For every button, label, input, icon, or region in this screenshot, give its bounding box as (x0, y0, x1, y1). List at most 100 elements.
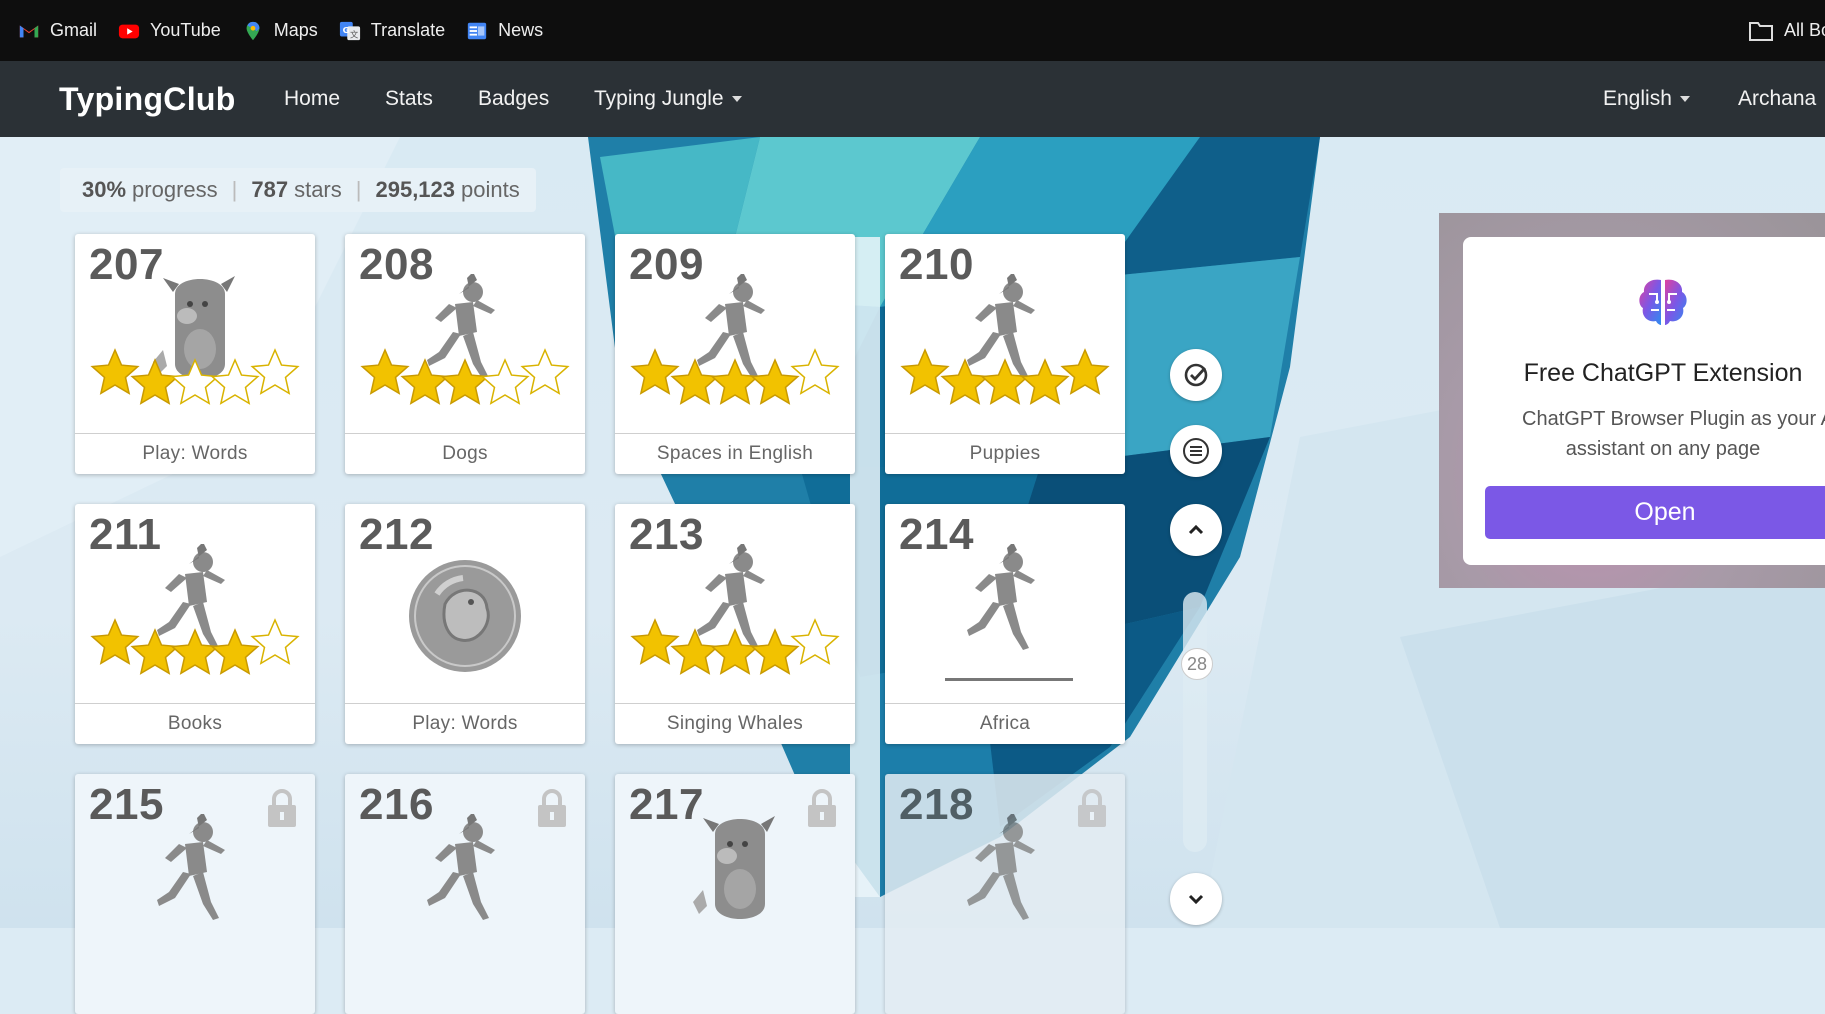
nav-typing-jungle[interactable]: Typing Jungle (594, 61, 742, 137)
bookmark-maps[interactable]: Maps (242, 20, 318, 42)
star-rating (90, 618, 300, 675)
bookmarks-bar: Gmail YouTube Maps G 文 Translate News Al… (0, 0, 1825, 61)
runner-start-icon (945, 544, 1073, 681)
hamburger-menu-icon (1183, 438, 1209, 464)
bookmark-label: YouTube (150, 20, 221, 40)
monster-icon (90, 276, 300, 405)
language-label: English (1603, 87, 1672, 110)
scroll-track[interactable] (1183, 592, 1207, 852)
ad-description: ChatGPT Browser Plugin as your A assista… (1493, 404, 1825, 464)
lesson-card[interactable]: 210 Puppies (885, 234, 1125, 474)
nav-typing-jungle-label: Typing Jungle (594, 87, 724, 110)
menu-button[interactable] (1170, 425, 1222, 477)
bookmark-label: Maps (273, 20, 318, 40)
bookmark-youtube[interactable]: YouTube (118, 20, 221, 42)
progress-percent: 30% (82, 177, 127, 202)
ad-description-line: assistant on any page (1565, 438, 1761, 460)
lock-icon (1078, 789, 1106, 827)
progress-summary: 30% progress | 787 stars | 295,123 point… (60, 168, 536, 212)
stars-count: 787 (251, 177, 289, 202)
lesson-title: Play: Words (345, 703, 585, 744)
lesson-card[interactable]: 207 Play: Words (75, 234, 315, 474)
bookmark-gmail[interactable]: Gmail (18, 20, 97, 42)
lesson-card[interactable]: 217 (615, 774, 855, 1014)
monster-icon (693, 816, 775, 919)
points-count: 295,123 (375, 177, 456, 202)
chatgpt-extension-ad: Free ChatGPT Extension ChatGPT Browser P… (1463, 237, 1825, 565)
nav-stats[interactable]: Stats (385, 61, 433, 137)
lesson-title: Dogs (345, 433, 585, 474)
scroll-up-button[interactable] (1170, 504, 1222, 556)
runner-icon (360, 274, 570, 405)
lesson-card[interactable]: 213 Singing Whales (615, 504, 855, 744)
ad-description-line: ChatGPT Browser Plugin as your A (1522, 408, 1825, 430)
top-navbar: TypingClub Home Stats Badges Typing Jung… (0, 61, 1825, 137)
runner-icon (900, 274, 1110, 405)
lesson-card[interactable]: 218 (885, 774, 1125, 1014)
lesson-title: Puppies (885, 433, 1125, 474)
divider: | (355, 177, 362, 202)
runner-icon (630, 274, 840, 405)
lesson-card[interactable]: 211 Books (75, 504, 315, 744)
lesson-card[interactable]: 214 Africa (885, 504, 1125, 744)
lesson-card[interactable]: 212 Play: Words (345, 504, 585, 744)
star-rating (630, 618, 840, 675)
user-menu[interactable]: Archana (1738, 61, 1816, 137)
maps-icon (246, 21, 260, 40)
lesson-title: Play: Words (75, 433, 315, 474)
divider: | (231, 177, 238, 202)
bookmark-all[interactable]: All Bo (1748, 0, 1825, 61)
runner-icon (90, 544, 300, 675)
bubble-game-icon (409, 560, 521, 672)
lesson-card[interactable]: 216 (345, 774, 585, 1014)
runner-icon (967, 814, 1035, 920)
check-circle-icon (1184, 363, 1208, 387)
star-rating (630, 348, 840, 405)
star-rating (900, 348, 1110, 405)
folder-icon (1749, 21, 1773, 41)
lesson-card[interactable]: 208 Dogs (345, 234, 585, 474)
lesson-card[interactable]: 215 (75, 774, 315, 1014)
translate-icon: G 文 (339, 21, 360, 40)
lock-icon (808, 789, 836, 827)
chevron-up-icon (1188, 524, 1204, 535)
lesson-card[interactable]: 209 Spaces in English (615, 234, 855, 474)
completed-filter-button[interactable] (1170, 349, 1222, 401)
news-icon (467, 22, 487, 39)
runner-icon (427, 814, 495, 920)
bookmark-label: News (498, 20, 544, 40)
ad-title: Free ChatGPT Extension (1523, 359, 1803, 387)
gmail-icon (19, 25, 39, 37)
brand-logo[interactable]: TypingClub (59, 61, 236, 137)
lesson-title: Books (75, 703, 315, 744)
bookmark-label: Gmail (50, 20, 98, 40)
scroll-down-button[interactable] (1170, 873, 1222, 925)
lock-icon (268, 789, 296, 827)
bookmark-translate[interactable]: G 文 Translate (339, 20, 445, 42)
nav-home[interactable]: Home (284, 61, 340, 137)
runner-icon (630, 544, 840, 675)
chevron-down-icon (1679, 96, 1690, 103)
star-rating (360, 348, 570, 405)
chevron-down-icon (731, 96, 742, 103)
lesson-title: Africa (885, 703, 1125, 744)
svg-text:文: 文 (350, 29, 358, 39)
ad-open-button[interactable]: Open (1485, 486, 1825, 539)
brain-logo-icon (1639, 279, 1687, 325)
runner-icon (157, 814, 225, 920)
progress-percent-label: progress (132, 177, 218, 202)
bookmark-label: All Bo (1784, 20, 1825, 40)
scroll-page-indicator[interactable]: 28 (1181, 648, 1213, 680)
lock-icon (538, 789, 566, 827)
bookmark-label: Translate (370, 20, 446, 40)
points-label: points (461, 177, 520, 202)
lesson-title: Singing Whales (615, 703, 855, 744)
youtube-icon (118, 24, 140, 38)
bookmark-news[interactable]: News (466, 20, 543, 42)
chevron-down-icon (1188, 894, 1204, 905)
svg-text:G: G (342, 24, 349, 34)
language-dropdown[interactable]: English (1603, 61, 1690, 137)
lesson-title: Spaces in English (615, 433, 855, 474)
nav-badges[interactable]: Badges (478, 61, 549, 137)
stars-label: stars (294, 177, 342, 202)
